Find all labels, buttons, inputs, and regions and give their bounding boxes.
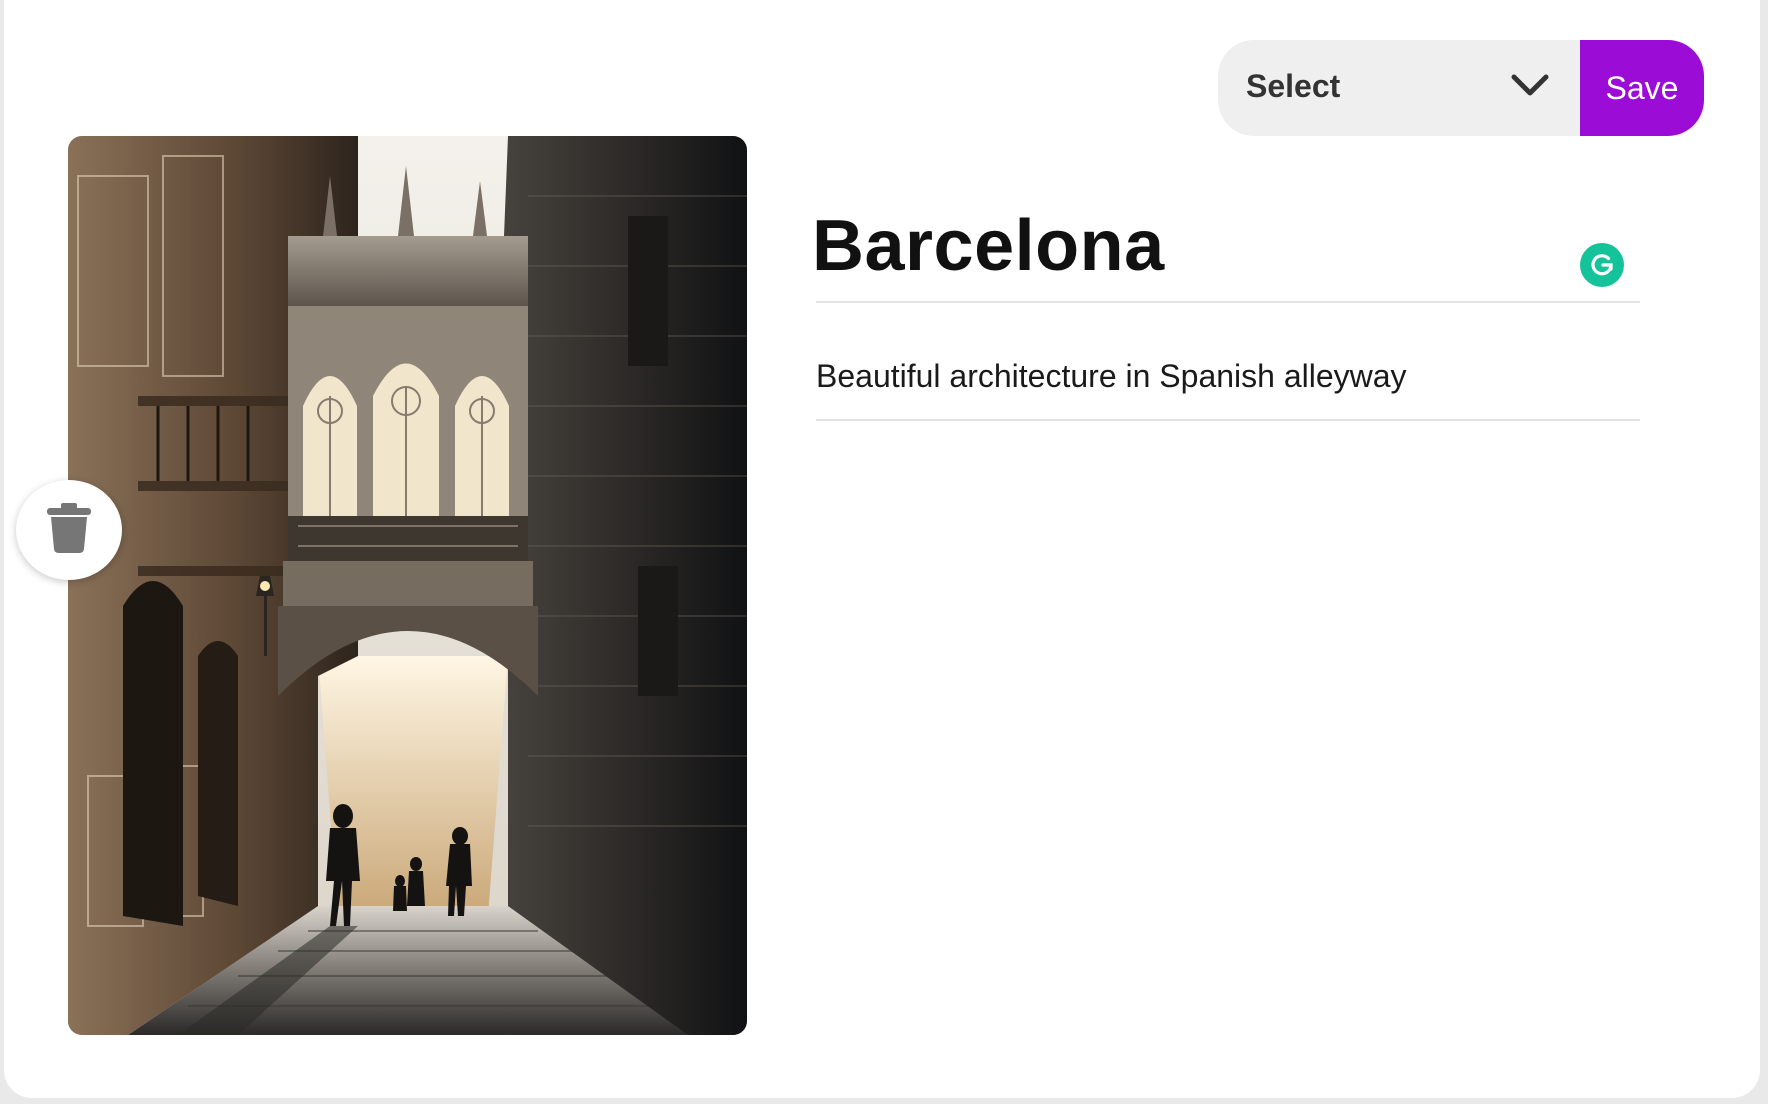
pin-image bbox=[68, 136, 747, 1035]
chevron-down-icon bbox=[1510, 72, 1550, 103]
pin-editor-card: Select Save Barcelona Beautiful architec… bbox=[4, 0, 1760, 1098]
pin-title-input[interactable]: Barcelona bbox=[812, 204, 1165, 288]
save-button[interactable]: Save bbox=[1580, 40, 1704, 136]
grammarly-icon[interactable] bbox=[1580, 243, 1624, 287]
board-select-label: Select bbox=[1246, 67, 1341, 104]
description-divider bbox=[816, 419, 1640, 421]
delete-pin-button[interactable] bbox=[16, 480, 122, 580]
board-select-dropdown[interactable]: Select bbox=[1218, 40, 1584, 136]
pin-description-input[interactable]: Beautiful architecture in Spanish alleyw… bbox=[816, 356, 1407, 396]
title-divider bbox=[816, 301, 1640, 303]
trash-icon bbox=[47, 502, 91, 558]
